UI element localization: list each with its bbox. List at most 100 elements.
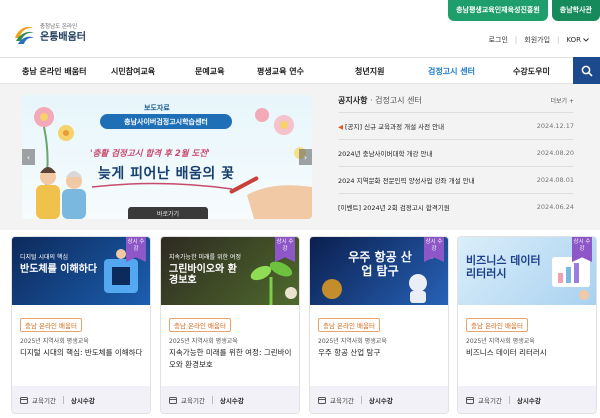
notice-row[interactable]: 2024 지역문화 전문인력 양성사업 강좌 개설 안내 2024.08.01 [338,166,574,193]
divider [211,395,213,404]
course-title[interactable]: 디지털 시대의 핵심: 반도체를 이해하다 [20,347,146,359]
utility-menu: 로그인 | 회원가입 | KOR [489,35,589,45]
divider: | [514,36,518,44]
main-navigation: 충남 온라인 배움터 시민참여교육 문예교육 평생교육 연수 청년지원 검정고시… [0,57,600,84]
banner-tag: 보도자료 [144,104,170,112]
course-card[interactable]: 비즈니스 데이터 리터러시 상시 수강 충남 온라인 배움터 2025년 지역사… [457,236,597,414]
banner-quote: '충활 검정고시 합격 후 2월 도전' [90,149,210,159]
chevron-right-icon: › [303,152,308,162]
course-period: 교육기간 상시수강 [310,386,448,413]
course-period: 교육기간 상시수강 [458,386,596,413]
search-button[interactable] [573,57,600,84]
course-period-value: 상시수강 [368,396,393,405]
course-title[interactable]: 지속가능한 미래를 위한 여정: 그린바이오와 환경보호 [169,347,295,370]
divider: | [557,36,560,44]
logo-text: 충청남도 온라인 온통배움터 [40,25,86,43]
banner-prev-button[interactable]: ‹ [22,149,35,165]
thumbnail-subtitle: 지속가능한 미래를 위한 여정 [169,254,241,261]
course-period-label: 교육기간 [478,396,502,405]
thumbnail-subtitle: 디지털 시대의 핵심 [20,254,68,261]
nav-youth-support[interactable]: 청년지원 [355,66,384,77]
notice-more-link[interactable]: 더보기 + [551,96,575,105]
course-period-value: 상시수강 [219,396,244,405]
logo-title: 온통배움터 [40,31,86,43]
notice-header: 공지사항 · 검정고시 센터 더보기 + [338,95,574,112]
notice-subtitle: 검정고시 센터 [375,96,422,105]
thumbnail-title: 우주 항공 산업 탐구 [348,250,412,278]
notice-row-date: 2024.06.24 [536,203,574,211]
notice-row[interactable]: 2024년 충남사이버대학 개강 안내 2024.08.20 [338,139,574,166]
course-title[interactable]: 우주 항공 산업 탐구 [318,347,444,359]
course-category-label: 충남 온라인 배움터 [169,318,231,332]
calendar-icon [318,396,326,404]
new-flag-icon: ◀ [338,123,343,131]
nav-citizen-education[interactable]: 시민참여교육 [111,66,155,77]
thumbnail-text: 우주 항공 산업 탐구 [344,250,416,279]
notice-row[interactable]: ◀ [공지] 신규 교육과정 개설 사전 안내 2024.12.17 [338,112,574,139]
nav-online-campus[interactable]: 충남 온라인 배움터 [22,66,86,77]
ext-link-institute[interactable]: 충남평생교육인재육성진흥원 [448,0,548,21]
nav-arts-education[interactable]: 문예교육 [195,66,224,77]
thumbnail-text: 지속가능한 미래를 위한 여정 그린바이오와 환경보호 [169,254,245,287]
language-value: KOR [566,36,581,44]
notice-row-text: [공지] 신규 교육과정 개설 사전 안내 [345,123,445,131]
course-program: 2025년 지역사회 평생교육 [20,338,89,345]
divider [360,395,362,404]
course-period-value: 상시수강 [516,396,541,405]
join-link[interactable]: 회원가입 [524,35,550,45]
banner-center-name: 충남사이버검정고시학습센터 [100,114,232,129]
language-select[interactable]: KOR [566,36,589,44]
course-category-label: 충남 온라인 배움터 [466,318,528,332]
login-link[interactable]: 로그인 [489,35,508,45]
course-period-label: 교육기간 [181,396,205,405]
logo-swirl-icon [15,26,34,44]
thumbnail-text: 비즈니스 데이터 리터러시 [466,254,550,280]
course-program: 2025년 지역사회 평생교육 [169,338,238,345]
banner-next-button[interactable]: › [299,149,312,165]
notice-title: 공지사항 · 검정고시 센터 [338,95,422,106]
course-title[interactable]: 비즈니스 데이터 리터러시 [466,347,592,359]
course-period: 교육기간 상시수강 [12,386,150,413]
course-category-label: 충남 온라인 배움터 [318,318,380,332]
course-category-label: 충남 온라인 배움터 [20,318,82,332]
ext-link-dormitory[interactable]: 충남학사관 [551,0,600,21]
notice-title-text: 공지사항 [338,96,368,105]
thumbnail-title: 비즈니스 데이터 리터러시 [466,254,541,280]
thumbnail-text: 디지털 시대의 핵심반도체를 이해하다 [20,254,98,275]
search-icon [581,65,593,77]
course-card-list: 디지털 시대의 핵심 반도체를 이해하다 상시 수강 충남 온라인 배움터 202… [11,236,597,416]
logo-subtitle: 충청남도 온라인 [40,24,78,31]
notice-row-date: 2024.08.01 [536,176,574,184]
site-logo[interactable]: 충청남도 온라인 온통배움터 [12,22,86,46]
notice-row-title: [이벤트] 2024년 2회 검정고시 합격기원 [338,204,450,212]
main-banner[interactable]: 보도자료 충남사이버검정고시학습센터 '충활 검정고시 합격 후 2월 도전' … [22,95,312,219]
course-period-label: 교육기간 [330,396,354,405]
course-period: 교육기간 상시수강 [161,386,299,413]
divider [62,395,64,404]
course-card[interactable]: 디지털 시대의 핵심 반도체를 이해하다 상시 수강 충남 온라인 배움터 202… [11,236,151,414]
notice-row-date: 2024.12.17 [536,122,574,130]
notice-row-title: 2024년 충남사이버대학 개강 안내 [338,150,433,158]
course-card[interactable]: 지속가능한 미래를 위한 여정 그린바이오와 환경보호 상시 수강 충남 온라인 … [160,236,300,414]
nav-lifelong-training[interactable]: 평생교육 연수 [257,66,304,77]
course-program: 2025년 지역사회 평생교육 [466,338,535,345]
nav-learning-helper[interactable]: 수강도우미 [513,66,550,77]
external-links: 충남평생교육인재육성진흥원 충남학사관 [448,0,600,21]
banner-more-button[interactable]: 바로가기 [128,207,208,219]
notice-row-title: ◀ [공지] 신규 교육과정 개설 사전 안내 [338,121,444,131]
thumbnail-title: 반도체를 이해하다 [20,263,98,275]
notice-board: 공지사항 · 검정고시 센터 더보기 + ◀ [공지] 신규 교육과정 개설 사전… [338,95,574,220]
divider [508,395,510,404]
course-program: 2025년 지역사회 평생교육 [318,338,387,345]
banner-title: 늦게 피어난 배움의 꽃 [98,166,235,182]
course-card[interactable]: 우주 항공 산업 탐구 상시 수강 충남 온라인 배움터 2025년 지역사회 … [309,236,449,414]
nav-exam-center[interactable]: 검정고시 센터 [428,66,475,77]
notice-row[interactable]: [이벤트] 2024년 2회 검정고시 합격기원 2024.06.24 [338,193,574,220]
notice-title-sep: · [367,96,376,105]
chevron-down-icon [583,38,589,42]
notice-row-title: 2024 지역문화 전문인력 양성사업 강좌 개설 안내 [338,177,475,185]
calendar-icon [20,396,28,404]
calendar-icon [466,396,474,404]
calendar-icon [169,396,177,404]
course-period-value: 상시수강 [70,396,95,405]
